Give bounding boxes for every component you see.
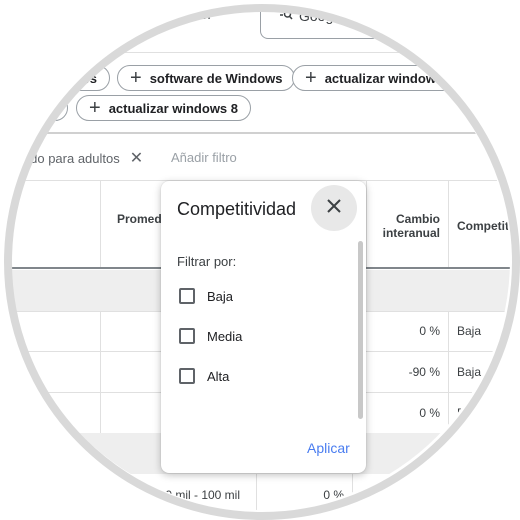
keyword-chip[interactable]: ws [20, 65, 110, 91]
cell-yoy: 0 % [419, 324, 440, 338]
keyword-chip[interactable]: + actualizar windows 8 [76, 95, 252, 121]
keyword-chip[interactable] [20, 95, 68, 121]
plus-icon: + [130, 67, 142, 89]
apply-button[interactable]: Aplicar [307, 440, 350, 456]
language-tab-label: Español [160, 10, 211, 22]
competition-filter-popup: Competitividad Filtrar por: Baja Media A… [161, 181, 366, 473]
option-label: Alta [207, 368, 230, 384]
cell-competition: Baja [457, 324, 482, 338]
column-divider [100, 180, 101, 268]
plus-icon: + [89, 97, 101, 119]
option-medium[interactable]: Media [179, 328, 242, 344]
add-filter-button[interactable]: Añadir filtro [171, 150, 237, 165]
chip-label: actualizar windows 8 [108, 100, 239, 116]
google-tab-label: Google [299, 10, 345, 24]
language-tab[interactable]: Español [160, 10, 211, 22]
active-filter-chip[interactable]: nido para adultos ✕ [20, 148, 143, 168]
cell-competition: Baja [457, 365, 482, 379]
checkbox[interactable] [179, 328, 195, 344]
header-yoy-line1[interactable]: Cambio [396, 212, 440, 226]
header-yoy-line2[interactable]: interanual [376, 226, 440, 240]
column-divider [366, 180, 367, 268]
search-icon [279, 10, 293, 24]
keyword-chip[interactable]: + actualizar windows [292, 65, 510, 91]
column-divider [352, 474, 353, 510]
column-divider [100, 311, 101, 433]
google-tab[interactable]: Google [260, 10, 380, 39]
popup-title: Competitividad [177, 199, 297, 219]
chip-label: ws [79, 70, 97, 86]
option-low[interactable]: Baja [179, 288, 233, 304]
plus-icon: + [305, 67, 317, 89]
popup-scrollbar[interactable] [358, 241, 363, 419]
active-filter-label: nido para adultos [20, 150, 120, 166]
filter-by-label: Filtrar por: [177, 254, 237, 269]
close-icon [327, 198, 341, 218]
column-divider [256, 474, 257, 510]
checkbox[interactable] [179, 368, 195, 384]
column-divider [448, 311, 449, 433]
checkbox[interactable] [179, 288, 195, 304]
cell-avg-searches: 10 mil - 100 mil [158, 488, 240, 502]
cell-yoy: 0 % [419, 406, 440, 420]
cell-yoy: 0 % [323, 488, 344, 502]
close-button[interactable] [311, 185, 357, 231]
remove-filter-icon[interactable]: ✕ [130, 148, 143, 168]
magnifier-lens: Español Google ws + software de Windows … [10, 10, 510, 510]
tabs-divider [10, 52, 510, 53]
option-label: Media [207, 328, 243, 344]
page-canvas: Español Google ws + software de Windows … [10, 10, 510, 510]
cell-yoy: -90 % [408, 365, 440, 379]
chip-label: software de Windows [149, 70, 283, 86]
keyword-chip[interactable]: + software de Windows [117, 65, 296, 91]
cell-competition: B [457, 406, 466, 420]
option-high[interactable]: Alta [179, 368, 229, 384]
header-avg-searches[interactable]: Promedi [117, 212, 165, 226]
header-competition[interactable]: Competiti [457, 219, 510, 233]
chip-label: actualizar windows [324, 70, 444, 86]
chips-divider [10, 132, 510, 134]
option-label: Baja [207, 288, 234, 304]
column-divider [448, 180, 449, 268]
